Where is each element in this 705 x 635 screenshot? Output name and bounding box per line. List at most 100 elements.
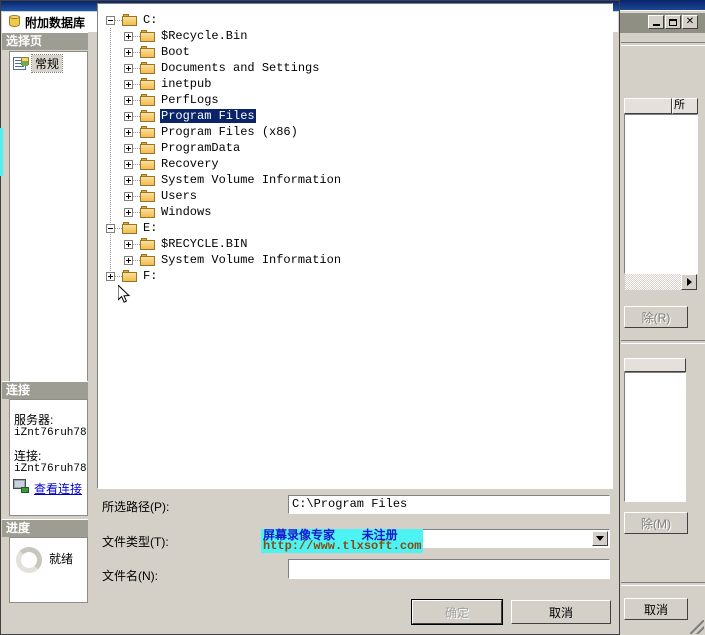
tree-node[interactable]: inetpub bbox=[124, 76, 212, 92]
tree-node[interactable]: Program Files bbox=[124, 108, 256, 124]
tree-node[interactable]: $RECYCLE.BIN bbox=[124, 236, 248, 252]
folder-icon bbox=[140, 93, 156, 107]
maximize-icon bbox=[669, 18, 677, 26]
ok-button[interactable]: 确定 bbox=[412, 600, 502, 624]
progress-spinner-icon bbox=[16, 547, 42, 573]
tree-node-label: inetpub bbox=[161, 77, 212, 91]
tree-connector-line bbox=[133, 35, 140, 37]
select-page-panel bbox=[9, 51, 88, 391]
background-listbox-bottom[interactable] bbox=[624, 372, 686, 502]
network-computer-icon bbox=[13, 479, 31, 494]
tree-node[interactable]: C: bbox=[106, 12, 158, 28]
chevron-down-icon[interactable] bbox=[592, 531, 608, 546]
connection-value: iZnt76ruh78 bbox=[14, 463, 87, 475]
tree-connector-line bbox=[133, 131, 140, 133]
tree-connector-line bbox=[115, 275, 122, 277]
expand-icon[interactable] bbox=[124, 63, 133, 73]
background-separator-bottom bbox=[621, 582, 705, 586]
tree-node-label: Boot bbox=[161, 45, 190, 59]
background-list-header-blank[interactable] bbox=[624, 98, 672, 114]
selected-path-label: 所选路径(P): bbox=[102, 500, 170, 514]
tree-node[interactable]: System Volume Information bbox=[124, 252, 342, 268]
server-label: 服务器: bbox=[14, 413, 54, 427]
tree-node[interactable]: Recovery bbox=[124, 156, 220, 172]
expand-icon[interactable] bbox=[124, 175, 133, 185]
tree-node-label: PerfLogs bbox=[161, 93, 219, 107]
progress-header: 进度 bbox=[2, 519, 88, 537]
cancel-button[interactable]: 取消 bbox=[511, 600, 611, 624]
tree-connector-line bbox=[133, 67, 140, 69]
folder-icon bbox=[122, 13, 138, 27]
watermark-line-2: http://www.tlxsoft.com bbox=[263, 539, 422, 553]
background-list-header-path[interactable]: 所 bbox=[672, 98, 698, 114]
background-listbox-top[interactable] bbox=[624, 114, 698, 274]
folder-icon bbox=[140, 205, 156, 219]
expand-icon[interactable] bbox=[124, 95, 133, 105]
resize-grip-icon[interactable] bbox=[690, 620, 704, 634]
minimize-button[interactable] bbox=[648, 15, 664, 29]
tree-node[interactable]: ProgramData bbox=[124, 140, 241, 156]
expand-icon[interactable] bbox=[124, 255, 133, 265]
folder-icon bbox=[140, 77, 156, 91]
tree-node-label: Program Files (x86) bbox=[161, 125, 298, 139]
tree-connector-line bbox=[133, 83, 140, 85]
tree-connector-line bbox=[133, 211, 140, 213]
tree-node-label: System Volume Information bbox=[161, 173, 342, 187]
tree-node[interactable]: System Volume Information bbox=[124, 172, 342, 188]
tree-node[interactable]: Documents and Settings bbox=[124, 60, 320, 76]
sidebar-item-general[interactable]: 常规 bbox=[13, 54, 64, 73]
collapse-icon[interactable] bbox=[106, 15, 115, 25]
file-name-input[interactable] bbox=[288, 559, 610, 579]
folder-tree[interactable]: C: $Recycle.Bin Boot Documents and Settings… bbox=[97, 3, 613, 489]
close-button[interactable]: ✕ bbox=[682, 15, 698, 29]
tree-node-label: Windows bbox=[161, 205, 212, 219]
expand-icon[interactable] bbox=[124, 31, 133, 41]
folder-icon bbox=[140, 141, 156, 155]
tree-node[interactable]: $Recycle.Bin bbox=[124, 28, 248, 44]
dialog-title: 附加数据库 bbox=[25, 15, 86, 30]
expand-icon[interactable] bbox=[124, 47, 133, 57]
scroll-right-arrow-icon[interactable] bbox=[681, 274, 697, 290]
tree-node[interactable]: Users bbox=[124, 188, 198, 204]
tree-node[interactable]: Program Files (x86) bbox=[124, 124, 299, 140]
folder-icon bbox=[140, 61, 156, 75]
expand-icon[interactable] bbox=[124, 127, 133, 137]
maximize-button[interactable] bbox=[665, 15, 681, 29]
expand-icon[interactable] bbox=[124, 191, 133, 201]
expand-icon[interactable] bbox=[124, 159, 133, 169]
folder-icon bbox=[140, 189, 156, 203]
view-connection-link[interactable]: 查看连接 bbox=[34, 480, 82, 497]
expand-icon[interactable] bbox=[124, 79, 133, 89]
tree-node[interactable]: E: bbox=[106, 220, 158, 236]
background-cancel-button[interactable]: 取消 bbox=[624, 598, 688, 620]
expand-icon[interactable] bbox=[124, 239, 133, 249]
tree-connector-line bbox=[115, 227, 122, 229]
tree-node-label: F: bbox=[143, 269, 158, 283]
expand-icon[interactable] bbox=[106, 271, 115, 281]
folder-icon bbox=[140, 237, 156, 251]
file-name-label: 文件名(N): bbox=[102, 569, 158, 583]
collapse-icon[interactable] bbox=[106, 223, 115, 233]
connection-header: 连接 bbox=[2, 381, 88, 399]
tree-node-label: Recovery bbox=[161, 157, 219, 171]
tree-node-label: C: bbox=[143, 13, 158, 27]
expand-icon[interactable] bbox=[124, 143, 133, 153]
expand-icon[interactable] bbox=[124, 207, 133, 217]
tree-node-label: ProgramData bbox=[161, 141, 241, 155]
tree-node-label: Program Files bbox=[160, 109, 256, 123]
tree-connector-line bbox=[133, 179, 140, 181]
expand-icon[interactable] bbox=[124, 111, 133, 121]
tree-node[interactable]: Boot bbox=[124, 44, 191, 60]
selected-path-value[interactable]: C:\Program Files bbox=[288, 495, 610, 514]
background-list-header-2[interactable] bbox=[624, 358, 686, 372]
tree-node[interactable]: F: bbox=[106, 268, 158, 284]
background-remove-r-button[interactable]: 除(R) bbox=[624, 306, 688, 328]
background-hscrollbar[interactable] bbox=[625, 274, 697, 290]
file-type-label: 文件类型(T): bbox=[102, 535, 169, 549]
tree-node[interactable]: Windows bbox=[124, 204, 212, 220]
tree-connector-line bbox=[133, 51, 140, 53]
tree-connector-line bbox=[133, 99, 140, 101]
tree-node-label: System Volume Information bbox=[161, 253, 342, 267]
background-remove-m-button[interactable]: 除(M) bbox=[624, 512, 688, 534]
tree-node[interactable]: PerfLogs bbox=[124, 92, 220, 108]
